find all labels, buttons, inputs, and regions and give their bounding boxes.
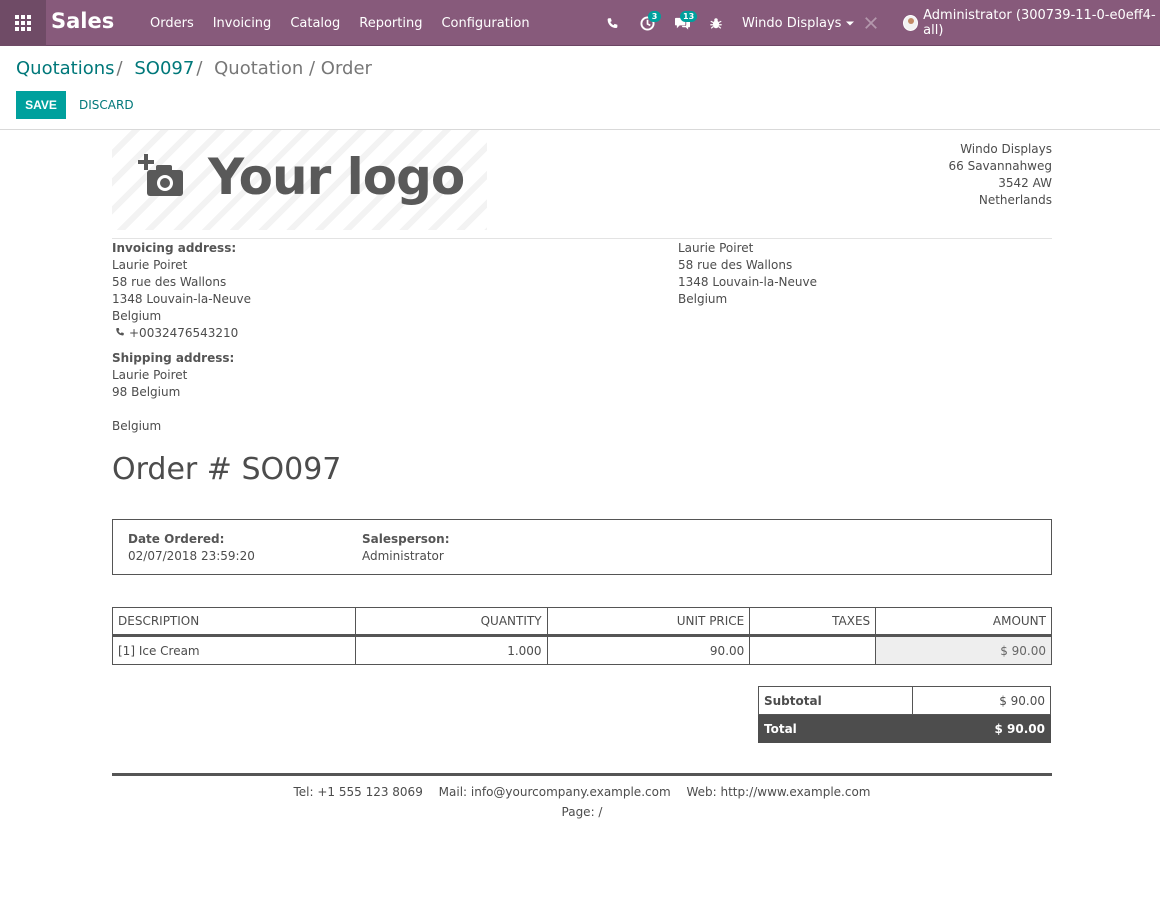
line-amount: $ 90.00: [875, 635, 1052, 665]
invoicing-street: 58 rue des Wallons: [112, 275, 227, 289]
breadcrumb: Quotations / SO097/ Quotation / Order: [16, 58, 372, 79]
shipping-address: Shipping address: Laurie Poiret 98 Belgi…: [112, 350, 234, 435]
col-description: DESCRIPTION: [112, 607, 356, 637]
footer-tel: Tel: +1 555 123 8069: [293, 785, 423, 799]
apps-menu-button[interactable]: [0, 0, 46, 46]
subtotal-row: Subtotal $ 90.00: [757, 686, 1051, 715]
bug-icon: [710, 18, 722, 29]
messages-button[interactable]: [674, 0, 691, 46]
table-header-row: DESCRIPTION QUANTITY UNIT PRICE TAXES AM…: [112, 607, 1052, 637]
col-unit-price: UNIT PRICE: [546, 607, 751, 637]
invoicing-city: 1348 Louvain-la-Neuve: [112, 292, 251, 306]
shipping-street: 98 Belgium: [112, 385, 181, 399]
invoicing-address: Invoicing address: Laurie Poiret 58 rue …: [112, 240, 251, 342]
company-country: Netherlands: [978, 193, 1052, 207]
invoicing-phone: +0032476543210: [129, 326, 239, 340]
shipping-label: Shipping address:: [112, 351, 235, 365]
order-lines-table: DESCRIPTION QUANTITY UNIT PRICE TAXES AM…: [112, 607, 1052, 665]
total-label: Total: [757, 714, 914, 743]
partner-street: 58 rue des Wallons: [678, 258, 793, 272]
company-city: 3542 AW: [998, 176, 1052, 190]
order-title: Order # SO097: [112, 452, 342, 487]
activity-button[interactable]: [640, 0, 655, 46]
invoicing-country: Belgium: [112, 309, 162, 323]
user-name: Administrator (300739-11-0-e0eff4-all): [923, 8, 1156, 38]
user-menu[interactable]: Administrator (300739-11-0-e0eff4-all): [903, 0, 1160, 46]
company-switcher-label: Windo Displays: [742, 15, 842, 31]
add-photo-icon: [138, 154, 183, 196]
footer-mail: Mail: info@yourcompany.example.com: [438, 785, 671, 799]
date-ordered-value: 02/07/2018 23:59:20: [128, 549, 255, 563]
tools-button[interactable]: [864, 0, 878, 46]
apps-grid-icon: [15, 15, 31, 31]
user-avatar: [903, 15, 919, 31]
phone-button[interactable]: [606, 0, 619, 46]
app-title: Sales: [51, 9, 115, 33]
total-value: $ 90.00: [912, 714, 1051, 743]
discard-button[interactable]: DISCARD: [79, 91, 134, 119]
salesperson-label: Salesperson:: [362, 532, 450, 546]
partner-country: Belgium: [678, 292, 728, 306]
main-menu: Orders Invoicing Catalog Reporting Confi…: [150, 0, 549, 46]
subtotal-value: $ 90.00: [912, 686, 1051, 715]
company-switcher[interactable]: Windo Displays: [742, 0, 855, 46]
date-ordered: Date Ordered: 02/07/2018 23:59:20: [128, 531, 255, 565]
breadcrumb-quotations[interactable]: Quotations: [16, 58, 115, 79]
company-address: Windo Displays 66 Savannahweg 3542 AW Ne…: [949, 141, 1053, 209]
partner-city: 1348 Louvain-la-Neuve: [678, 275, 817, 289]
activity-count-badge: 3: [648, 11, 661, 22]
company-street: 66 Savannahweg: [948, 159, 1053, 173]
col-amount: AMOUNT: [875, 607, 1052, 637]
subtotal-label: Subtotal: [757, 686, 914, 715]
messages-count-badge: 13: [680, 11, 698, 22]
col-taxes: TAXES: [749, 607, 877, 637]
company-name: Windo Displays: [960, 142, 1052, 156]
logo-text: Your logo: [208, 148, 465, 206]
caret-down-icon: [846, 21, 855, 26]
shipping-name: Laurie Poiret: [112, 368, 188, 382]
line-taxes[interactable]: [749, 635, 877, 665]
logo-placeholder[interactable]: Your logo: [112, 130, 487, 230]
menu-invoicing[interactable]: Invoicing: [213, 16, 272, 31]
tools-icon: [865, 17, 877, 29]
totals-table: Subtotal $ 90.00 Total $ 90.00: [757, 686, 1051, 743]
menu-configuration[interactable]: Configuration: [441, 16, 529, 31]
save-button[interactable]: SAVE: [16, 91, 66, 119]
partner-address: Laurie Poiret 58 rue des Wallons 1348 Lo…: [678, 240, 817, 308]
invoicing-label: Invoicing address:: [112, 241, 237, 255]
invoicing-name: Laurie Poiret: [112, 258, 188, 272]
header-divider: [112, 238, 1052, 239]
report-footer: Tel: +1 555 123 8069 Mail: info@yourcomp…: [112, 782, 1052, 822]
footer-web: Web: http://www.example.com: [686, 785, 871, 799]
footer-page: Page: /: [561, 805, 603, 819]
table-row: [1] Ice Cream 1.000 90.00 $ 90.00: [112, 635, 1052, 665]
line-unit-price[interactable]: 90.00: [546, 635, 751, 665]
breadcrumb-so097[interactable]: SO097: [134, 58, 194, 79]
menu-orders[interactable]: Orders: [150, 16, 194, 31]
invoicing-phone-row: +0032476543210: [112, 325, 251, 342]
partner-name: Laurie Poiret: [678, 241, 754, 255]
top-navbar: Sales Orders Invoicing Catalog Reporting…: [0, 0, 1160, 46]
debug-button[interactable]: [709, 0, 723, 46]
phone-icon: [116, 327, 124, 336]
phone-icon: [607, 17, 618, 28]
menu-reporting[interactable]: Reporting: [359, 16, 422, 31]
total-row: Total $ 90.00: [757, 714, 1051, 743]
line-quantity[interactable]: 1.000: [354, 635, 548, 665]
breadcrumb-current: Quotation / Order: [214, 58, 372, 79]
menu-catalog[interactable]: Catalog: [290, 16, 340, 31]
order-info-box: Date Ordered: 02/07/2018 23:59:20 Salesp…: [112, 519, 1052, 575]
line-description[interactable]: [1] Ice Cream: [112, 635, 356, 665]
salesperson: Salesperson: Administrator: [362, 531, 450, 565]
col-quantity: QUANTITY: [354, 607, 548, 637]
footer-divider: [112, 773, 1052, 776]
date-ordered-label: Date Ordered:: [128, 532, 225, 546]
shipping-country: Belgium: [112, 419, 162, 433]
salesperson-value: Administrator: [362, 549, 444, 563]
